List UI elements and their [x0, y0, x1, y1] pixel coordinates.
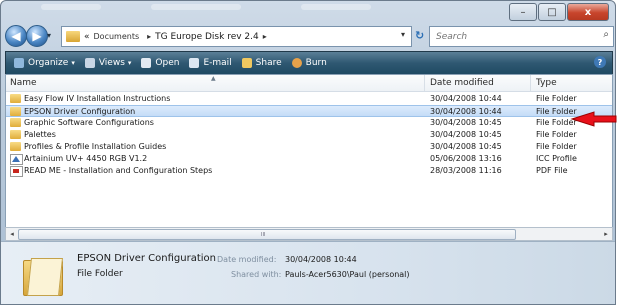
- email-button[interactable]: E-mail: [189, 58, 232, 68]
- details-shared-value: Pauls-Acer5630\Paul (personal): [285, 270, 410, 279]
- email-icon: [189, 58, 200, 68]
- title-blur: [151, 4, 241, 10]
- breadcrumb[interactable]: Documents: [94, 32, 140, 41]
- file-date: 28/03/2008 11:16: [430, 166, 502, 175]
- details-pane: EPSON Driver Configuration File Folder D…: [1, 241, 615, 304]
- details-shared-label: Shared with:: [231, 270, 282, 279]
- file-date: 30/04/2008 10:45: [430, 130, 502, 139]
- file-list: Name ▲ Date modified Type Easy Flow IV I…: [5, 74, 613, 241]
- folder-icon: [10, 118, 21, 127]
- organize-button[interactable]: Organize ▾: [14, 58, 75, 68]
- horizontal-scrollbar[interactable]: ◂ III ▸: [5, 227, 613, 241]
- address-bar[interactable]: « Documents ▸ TG Europe Disk rev 2.4 ▸ ▾: [61, 26, 412, 47]
- views-label: Views: [98, 58, 125, 68]
- share-button[interactable]: Share: [241, 58, 282, 68]
- organize-icon: [14, 58, 24, 68]
- sort-arrow-icon: ▲: [211, 75, 216, 82]
- file-row[interactable]: Profiles & Profile Installation Guides 3…: [6, 141, 612, 153]
- folder-icon: [10, 107, 21, 116]
- close-button[interactable]: x: [567, 3, 609, 21]
- file-date: 30/04/2008 10:45: [430, 142, 502, 151]
- column-divider[interactable]: [530, 75, 531, 91]
- file-row[interactable]: Artainium UV+ 4450 RGB V1.2 05/06/2008 1…: [6, 153, 612, 165]
- maximize-button[interactable]: □: [538, 3, 566, 21]
- breadcrumb[interactable]: TG Europe Disk rev 2.4: [155, 32, 259, 42]
- breadcrumb-separator[interactable]: ▸: [263, 32, 267, 41]
- burn-icon: [291, 58, 302, 68]
- red-arrow-annotation: [570, 111, 617, 127]
- email-label: E-mail: [203, 58, 232, 68]
- burn-button[interactable]: Burn: [291, 58, 327, 68]
- details-name: EPSON Driver Configuration: [77, 253, 216, 264]
- file-name: Graphic Software Configurations: [24, 118, 154, 127]
- search-input[interactable]: [436, 31, 586, 42]
- scroll-thumb[interactable]: III: [18, 229, 516, 240]
- file-type: PDF File: [536, 166, 568, 175]
- command-bar: Organize ▾ Views ▾ Open E-mail Share Burn …: [5, 51, 613, 75]
- organize-label: Organize: [28, 58, 69, 68]
- file-row[interactable]: Easy Flow IV Installation Instructions 3…: [6, 93, 612, 105]
- folder-icon: [66, 31, 80, 42]
- file-date: 05/06/2008 13:16: [430, 154, 502, 163]
- file-name: Profiles & Profile Installation Guides: [24, 142, 167, 151]
- file-name: EPSON Driver Configuration: [24, 107, 136, 116]
- folder-icon: [10, 94, 21, 103]
- breadcrumb-separator[interactable]: ▸: [147, 32, 151, 41]
- search-icon[interactable]: ⌕: [603, 29, 609, 40]
- file-date: 30/04/2008 10:44: [430, 107, 502, 116]
- address-dropdown[interactable]: ▾: [401, 30, 405, 39]
- file-name: READ ME - Installation and Configuration…: [24, 166, 213, 175]
- title-blur: [41, 4, 101, 10]
- icc-profile-icon: [10, 154, 23, 165]
- file-name: Easy Flow IV Installation Instructions: [24, 94, 171, 103]
- file-type: ICC Profile: [536, 154, 577, 163]
- refresh-icon[interactable]: ↻: [415, 29, 424, 42]
- column-headers: Name ▲ Date modified Type: [6, 75, 612, 92]
- search-box[interactable]: ⌕: [429, 26, 614, 47]
- file-rows: Easy Flow IV Installation Instructions 3…: [6, 93, 612, 177]
- views-button[interactable]: Views ▾: [84, 58, 131, 68]
- column-date-modified[interactable]: Date modified: [430, 78, 494, 88]
- file-name: Artainium UV+ 4450 RGB V1.2: [24, 154, 148, 163]
- folder-icon: [10, 130, 21, 139]
- caption-buttons: – □ x: [508, 3, 609, 21]
- recent-pages-dropdown[interactable]: ▾: [47, 31, 51, 40]
- breadcrumb-overflow[interactable]: «: [84, 32, 90, 42]
- folder-preview-icon: [23, 256, 63, 296]
- open-icon: [141, 58, 152, 68]
- file-type: File Folder: [536, 142, 577, 151]
- open-label: Open: [155, 58, 180, 68]
- folder-icon: [10, 142, 21, 151]
- share-icon: [241, 58, 252, 68]
- column-name[interactable]: Name: [10, 78, 37, 88]
- forward-button[interactable]: ▶: [26, 25, 48, 47]
- file-type: File Folder: [536, 94, 577, 103]
- scroll-left-icon[interactable]: ◂: [7, 229, 17, 239]
- file-row[interactable]: READ ME - Installation and Configuration…: [6, 165, 612, 177]
- share-label: Share: [255, 58, 282, 68]
- open-button[interactable]: Open: [141, 58, 179, 68]
- file-row[interactable]: Graphic Software Configurations 30/04/20…: [6, 117, 612, 129]
- column-type[interactable]: Type: [536, 78, 557, 88]
- title-bar[interactable]: – □ x: [1, 1, 615, 23]
- details-date-value: 30/04/2008 10:44: [285, 255, 357, 264]
- column-divider[interactable]: [424, 75, 425, 91]
- file-row[interactable]: Palettes 30/04/2008 10:45 File Folder: [6, 129, 612, 141]
- scroll-right-icon[interactable]: ▸: [601, 229, 611, 239]
- help-icon[interactable]: ?: [594, 56, 606, 68]
- address-row: ◀ ▶ ▾ « Documents ▸ TG Europe Disk rev 2…: [1, 23, 615, 49]
- file-name: Palettes: [24, 130, 56, 139]
- minimize-button[interactable]: –: [509, 3, 537, 21]
- details-type: File Folder: [77, 269, 123, 279]
- title-blur: [301, 4, 371, 10]
- views-icon: [84, 58, 95, 68]
- file-date: 30/04/2008 10:45: [430, 118, 502, 127]
- details-date-label: Date modified:: [217, 255, 277, 264]
- file-row-selected[interactable]: EPSON Driver Configuration 30/04/2008 10…: [6, 105, 612, 117]
- file-date: 30/04/2008 10:44: [430, 94, 502, 103]
- back-button[interactable]: ◀: [5, 25, 27, 47]
- explorer-window: – □ x ◀ ▶ ▾ « Documents ▸ TG Europe Disk…: [0, 0, 616, 305]
- pdf-icon: [10, 166, 23, 177]
- burn-label: Burn: [305, 58, 327, 68]
